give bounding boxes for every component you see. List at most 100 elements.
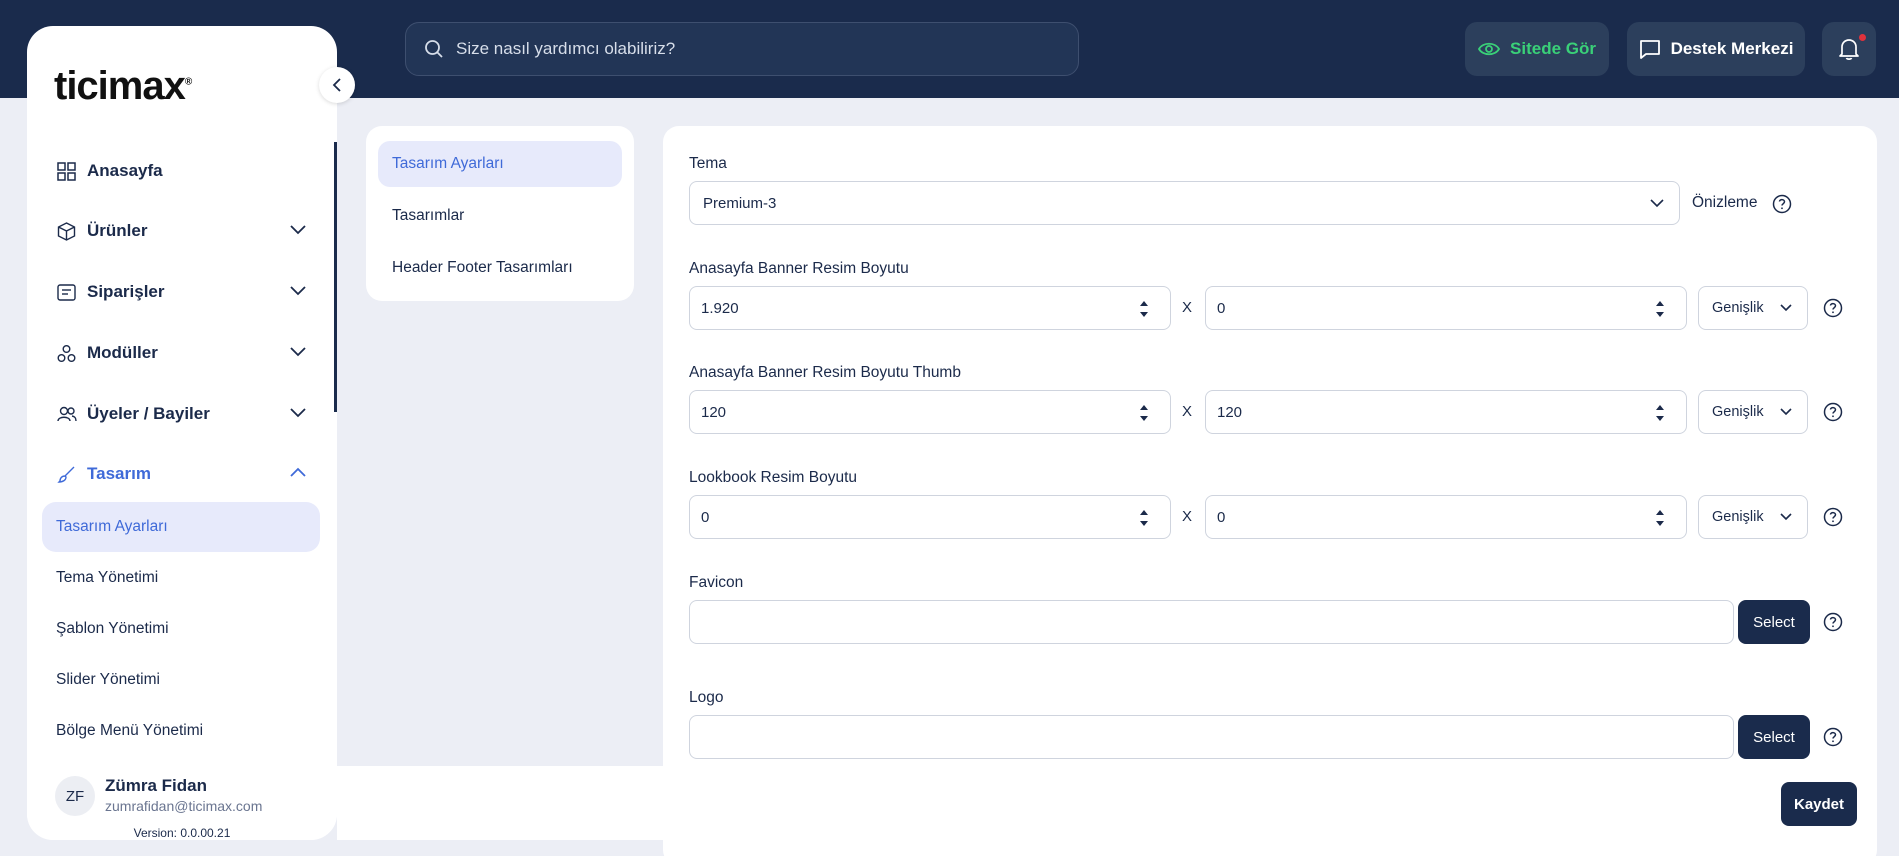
thumb-height-value: 120 [1217, 403, 1243, 421]
bell-icon [1839, 39, 1859, 60]
subnav-item-tasarim-ayarlari[interactable]: Tasarım Ayarları [378, 141, 622, 187]
sidebar-item-label: Üyeler / Bayiler [87, 404, 210, 423]
lookbook-width-value: 0 [701, 508, 710, 526]
brush-icon [57, 465, 77, 484]
sidebar-item-label: Siparişler [87, 282, 165, 301]
chevron-down-icon [1780, 408, 1792, 416]
banner-thumb-size-label: Anasayfa Banner Resim Boyutu Thumb [689, 364, 961, 381]
banner-size-label: Anasayfa Banner Resim Boyutu [689, 260, 909, 277]
banner-width-value: 1.920 [701, 299, 739, 317]
chevron-down-icon [290, 286, 306, 296]
banner-width-input[interactable]: 1.920 [689, 286, 1171, 330]
notifications-button[interactable] [1822, 22, 1876, 76]
ticimax-logo: ticimax® [54, 64, 192, 108]
lookbook-height-input[interactable]: 0 [1205, 495, 1687, 539]
stepper-icon[interactable] [1654, 297, 1666, 321]
lookbook-width-input[interactable]: 0 [689, 495, 1171, 539]
thumb-mode-value: Genişlik [1712, 404, 1764, 420]
help-icon[interactable] [1823, 402, 1843, 422]
sidebar-item-uyeler-bayiler[interactable]: Üyeler / Bayiler [57, 399, 307, 429]
thumb-width-input[interactable]: 120 [689, 390, 1171, 434]
logo-label: Logo [689, 689, 724, 706]
thumb-width-value: 120 [701, 403, 727, 421]
help-icon[interactable] [1772, 194, 1792, 214]
favicon-label: Favicon [689, 574, 744, 591]
avatar[interactable]: ZF [55, 776, 95, 816]
chevron-down-icon [290, 347, 306, 357]
user-name: Zümra Fidan [105, 776, 208, 795]
grid-icon [57, 161, 77, 181]
sidebar-subitem-tasarim-ayarlari[interactable]: Tasarım Ayarları [42, 502, 320, 552]
sidebar: ticimax® Anasayfa Ürünler Siparişler Mod… [27, 26, 337, 840]
sidebar-subitem-sablon-yonetimi[interactable]: Şablon Yönetimi [42, 604, 320, 654]
collapse-sidebar-button[interactable] [319, 67, 355, 103]
lookbook-size-label: Lookbook Resim Boyutu [689, 469, 858, 486]
banner-mode-value: Genişlik [1712, 300, 1764, 316]
sidebar-item-urunler[interactable]: Ürünler [57, 216, 307, 246]
help-icon[interactable] [1823, 298, 1843, 318]
version-text: Version: 0.0.00.21 [133, 826, 231, 840]
search-input[interactable]: Size nasıl yardımcı olabiliriz? [405, 22, 1079, 76]
stepper-icon[interactable] [1654, 401, 1666, 425]
thumb-mode-select[interactable]: Genişlik [1698, 390, 1808, 434]
help-icon[interactable] [1823, 507, 1843, 527]
users-icon [57, 405, 77, 423]
subnav-item-tasarimlar[interactable]: Tasarımlar [378, 193, 622, 239]
sidebar-item-anasayfa[interactable]: Anasayfa [57, 156, 307, 186]
help-icon[interactable] [1823, 727, 1843, 747]
modules-icon [57, 344, 77, 363]
view-site-label: Sitede Gör [1510, 39, 1596, 58]
sidebar-item-label: Ürünler [87, 221, 148, 240]
logo-input[interactable] [689, 715, 1734, 759]
lookbook-mode-value: Genişlik [1712, 509, 1764, 525]
search-icon [425, 40, 443, 58]
sidebar-item-siparisler[interactable]: Siparişler [57, 277, 307, 307]
sidebar-item-tasarim[interactable]: Tasarım [57, 459, 307, 489]
sidebar-item-label: Anasayfa [87, 161, 163, 180]
help-icon[interactable] [1823, 612, 1843, 632]
sidebar-item-label: Tasarım [87, 464, 151, 483]
notification-dot [1859, 34, 1866, 41]
sidebar-subitem-slider-yonetimi[interactable]: Slider Yönetimi [42, 655, 320, 705]
user-email: zumrafidan@ticimax.com [105, 798, 263, 814]
save-button[interactable]: Kaydet [1781, 782, 1857, 826]
banner-mode-select[interactable]: Genişlik [1698, 286, 1808, 330]
chevron-down-icon [290, 225, 306, 235]
x-separator: X [1182, 403, 1193, 420]
eye-icon [1478, 42, 1501, 56]
view-site-button[interactable]: Sitede Gör [1465, 22, 1609, 76]
tema-label: Tema [689, 155, 727, 172]
x-separator: X [1182, 299, 1193, 316]
sidebar-item-moduller[interactable]: Modüller [57, 338, 307, 368]
support-center-button[interactable]: Destek Merkezi [1627, 22, 1805, 76]
subnav-item-header-footer[interactable]: Header Footer Tasarımları [378, 245, 622, 291]
chevron-down-icon [1780, 304, 1792, 312]
logo-select-button[interactable]: Select [1738, 715, 1810, 759]
x-separator: X [1182, 508, 1193, 525]
chat-icon [1639, 40, 1660, 59]
tema-select[interactable]: Premium-3 [689, 181, 1680, 225]
banner-height-input[interactable]: 0 [1205, 286, 1687, 330]
lookbook-mode-select[interactable]: Genişlik [1698, 495, 1808, 539]
chevron-down-icon [1780, 513, 1792, 521]
stepper-icon[interactable] [1138, 506, 1150, 530]
save-bar [337, 766, 1877, 840]
tema-value: Premium-3 [703, 194, 777, 212]
box-icon [57, 221, 77, 241]
chevron-left-icon [332, 78, 341, 92]
sidebar-subitem-tema-yonetimi[interactable]: Tema Yönetimi [42, 553, 320, 603]
favicon-input[interactable] [689, 600, 1734, 644]
thumb-height-input[interactable]: 120 [1205, 390, 1687, 434]
sidebar-scrollbar[interactable] [334, 142, 337, 412]
lookbook-height-value: 0 [1217, 508, 1226, 526]
favicon-select-button[interactable]: Select [1738, 600, 1810, 644]
preview-link[interactable]: Önizleme [1692, 194, 1757, 212]
design-settings-panel: Tema Premium-3 Önizleme Anasayfa Banner … [663, 126, 1877, 856]
stepper-icon[interactable] [1654, 506, 1666, 530]
banner-height-value: 0 [1217, 299, 1226, 317]
stepper-icon[interactable] [1138, 401, 1150, 425]
support-center-label: Destek Merkezi [1670, 39, 1794, 58]
list-icon [57, 283, 77, 302]
stepper-icon[interactable] [1138, 297, 1150, 321]
chevron-down-icon [290, 408, 306, 418]
